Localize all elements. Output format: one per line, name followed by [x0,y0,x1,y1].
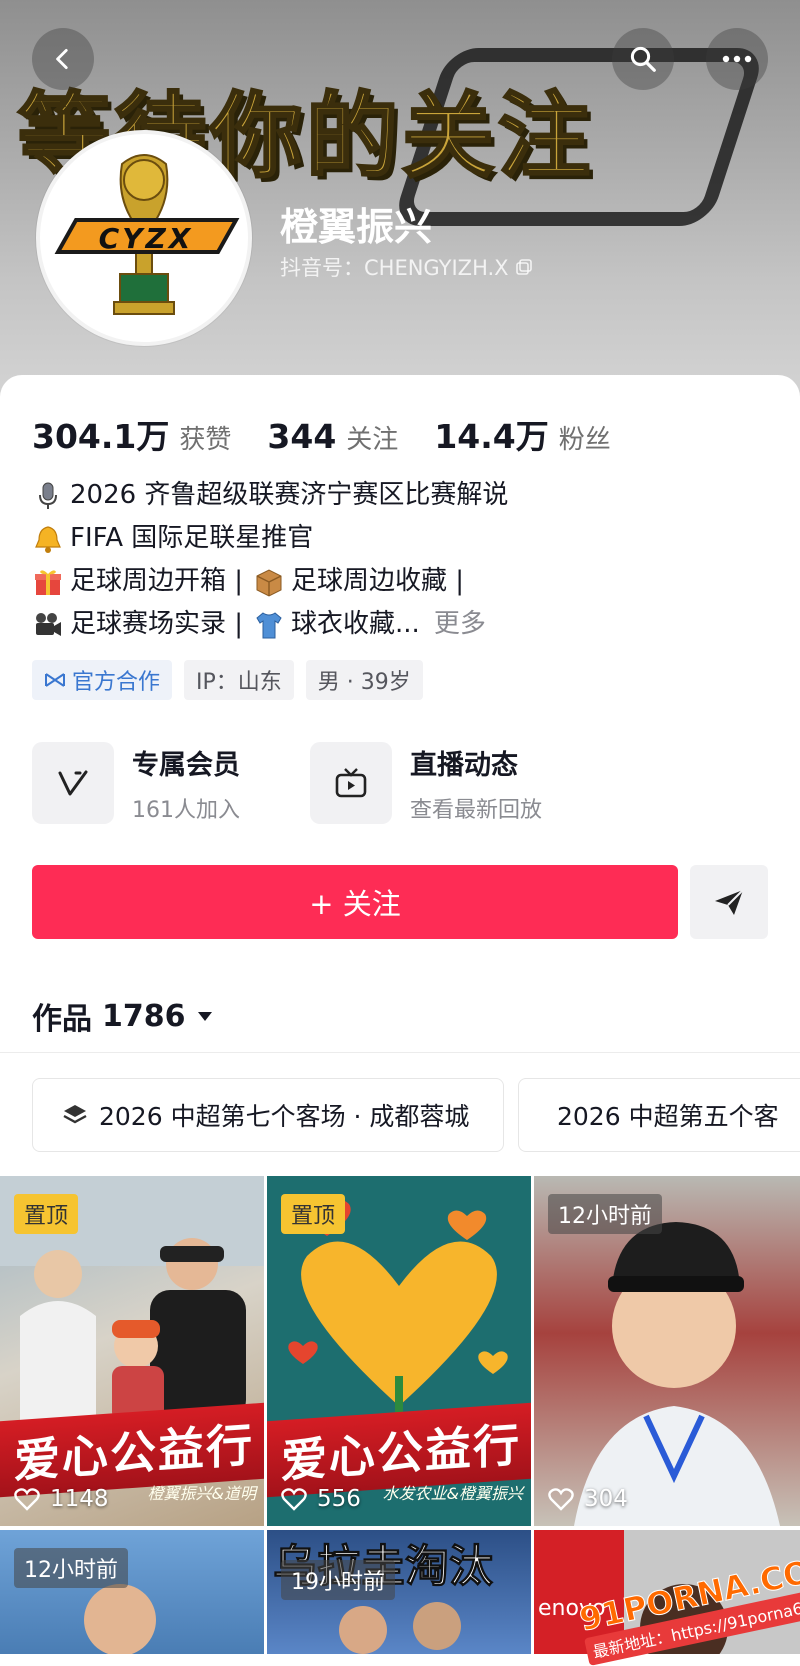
bio-text: 球衣收藏... [291,609,420,639]
package-icon [256,568,282,597]
more-button[interactable] [706,28,768,90]
follow-button[interactable]: + 关注 [32,865,678,939]
video-tile[interactable]: 12小时前 304 [534,1176,800,1526]
live-title: 直播动态 [410,749,518,781]
heart-outline-icon [14,1488,40,1511]
nickname: 橙翼振兴 [280,205,433,249]
bio-line: 足球赛场实录 | 球衣收藏... 更多 [32,603,772,646]
member-icon-box [32,742,114,824]
likes-count[interactable]: 304.1万 [32,410,169,458]
time-badge: 19小时前 [281,1560,395,1600]
gender-age-tag: 男 · 39岁 [305,660,423,700]
cooperation-icon [45,673,65,687]
video-tile[interactable]: 爱心公益行 水发农业&橙翼振兴 置顶 556 [267,1176,531,1526]
time-badge: 12小时前 [548,1194,662,1234]
bio-text: FIFA 国际足联星推官 [70,523,314,553]
more-dots-icon [722,55,752,63]
live-icon-box [310,742,392,824]
video-tile[interactable]: 12小时前 [0,1530,264,1654]
avatar[interactable]: CYZX [36,130,252,346]
bio-text: 2026 齐鲁超级联赛济宁赛区比赛解说 [70,480,509,510]
bio-more-link[interactable]: 更多 [434,603,486,646]
avatar-logo-text: CYZX [98,222,194,255]
works-label: 作品 [32,1002,92,1037]
tags-row: 官方合作 IP：山东 男 · 39岁 [32,660,423,700]
likes-count: 304 [584,1486,628,1512]
bio-text: 足球周边收藏 | [291,566,465,596]
member-title: 专属会员 [132,749,240,781]
v-logo-icon [58,770,88,796]
video-tile[interactable]: 乌拉圭淘汰 19小时前 [267,1530,531,1654]
heart-outline-icon [281,1488,307,1511]
jersey-icon [256,611,282,638]
video-likes: 1148 [14,1486,109,1512]
share-button[interactable] [690,865,768,939]
official-cooperation-tag[interactable]: 官方合作 [32,660,173,700]
stats-row: 304.1万 获赞 344 关注 14.4万 粉丝 [32,410,647,458]
member-entry[interactable]: 专属会员 161人加入 [32,742,240,824]
works-count: 1786 [102,998,186,1034]
heart-outline-icon [548,1488,574,1511]
likes-count: 1148 [50,1486,109,1512]
profile-header: 等待你的关注 CYZX 橙翼振兴 抖音号：CHENGYIZH.X [0,0,800,400]
live-subtitle: 查看最新回放 [410,797,543,823]
account-id-text: 抖音号：CHENGYIZH.X [280,256,509,280]
following-label: 关注 [346,425,399,455]
tag-label: 官方合作 [72,670,161,695]
microphone-icon [39,482,57,509]
tv-icon [335,768,367,798]
gift-icon [35,569,61,595]
member-subtitle: 161人加入 [132,797,240,823]
bio-line: 2026 齐鲁超级联赛济宁赛区比赛解说 [32,474,772,517]
pinned-badge: 置顶 [14,1194,79,1234]
bio-line: 足球周边开箱 | 足球周边收藏 | [32,560,772,603]
video-likes: 556 [281,1486,361,1512]
tag-label: IP：山东 [196,670,282,695]
followers-count[interactable]: 14.4万 [434,410,548,458]
back-button[interactable] [32,28,94,90]
video-likes: 304 [548,1486,628,1512]
pinned-badge: 置顶 [281,1194,346,1234]
movie-camera-icon [36,612,61,636]
bio-line: FIFA 国际足联星推官 [32,517,772,560]
tag-label: 男 · 39岁 [317,670,411,695]
works-tab[interactable]: 作品 1786 [32,994,214,1038]
layers-icon [63,1105,87,1124]
dropdown-triangle-icon [197,1012,212,1021]
time-badge: 12小时前 [14,1548,128,1588]
collection-chip[interactable]: 2026 中超第七个客场 · 成都蓉城 [32,1078,504,1152]
likes-count: 556 [317,1486,361,1512]
bio: 2026 齐鲁超级联赛济宁赛区比赛解说 FIFA 国际足联星推官 足球周边开箱 … [32,474,772,646]
copy-icon[interactable] [515,258,533,276]
collection-label: 2026 中超第五个客 [557,1102,779,1131]
ip-location-tag: IP：山东 [184,660,294,700]
following-count[interactable]: 344 [267,417,336,456]
followers-label: 粉丝 [558,425,611,455]
search-button[interactable] [612,28,674,90]
divider [0,1052,800,1053]
video-caption-sub: 橙翼振兴&道明 [147,1484,256,1503]
account-id[interactable]: 抖音号：CHENGYIZH.X [280,252,533,282]
back-arrow-icon [56,48,68,70]
paper-plane-icon [715,889,744,915]
bio-text: 足球周边开箱 | [70,566,244,596]
video-caption-sub: 水发农业&橙翼振兴 [382,1484,523,1503]
bio-text: 足球赛场实录 | [70,609,244,639]
likes-label: 获赞 [179,425,232,455]
collection-label: 2026 中超第七个客场 · 成都蓉城 [99,1102,470,1131]
search-icon [630,46,656,72]
video-tile[interactable]: 爱心公益行 橙翼振兴&道明 置顶 1148 [0,1176,264,1526]
live-entry[interactable]: 直播动态 查看最新回放 [310,742,542,824]
collection-chip[interactable]: 2026 中超第五个客 [518,1078,800,1152]
bell-icon [35,525,61,553]
